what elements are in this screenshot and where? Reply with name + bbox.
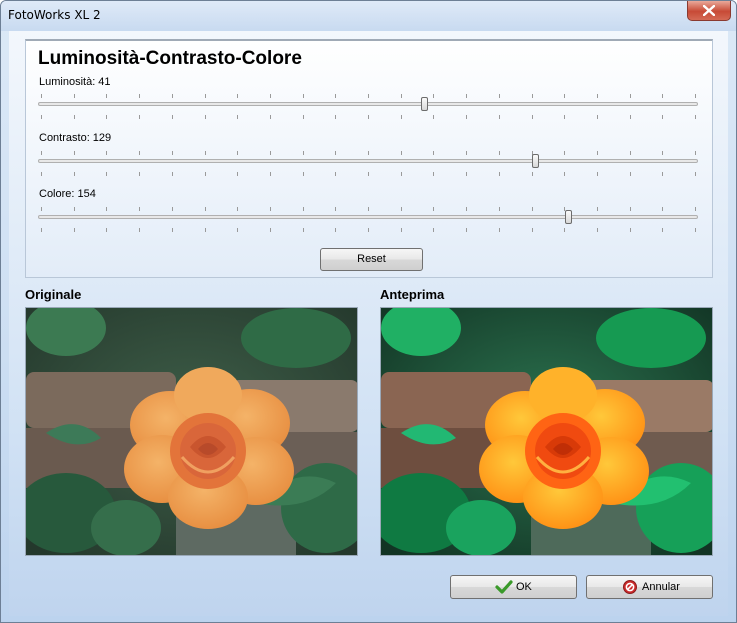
original-image [25, 307, 358, 556]
slider-track[interactable] [38, 159, 698, 163]
slider-ticks [41, 115, 696, 119]
client-area: Luminosità-Contrasto-Colore Luminosità: … [9, 31, 728, 616]
color-label: Colore: 154 [39, 188, 96, 200]
preview-image [380, 307, 713, 556]
cancel-label: Annular [642, 581, 680, 593]
brightness-label: Luminosità: 41 [39, 76, 111, 88]
slider-thumb[interactable] [421, 97, 429, 111]
dialog-window: FotoWorks XL 2 Luminosità-Contrasto-Colo… [0, 0, 737, 623]
slider-ticks [41, 228, 696, 232]
cancel-icon [623, 580, 637, 594]
slider-ticks [41, 207, 696, 211]
preview-label: Anteprima [380, 287, 445, 302]
slider-ticks [41, 172, 696, 176]
cancel-button[interactable]: Annular [586, 575, 713, 599]
ok-button[interactable]: OK [450, 575, 577, 599]
title-bar[interactable]: FotoWorks XL 2 [1, 1, 736, 31]
slider-track[interactable] [38, 102, 698, 106]
slider-ticks [41, 94, 696, 98]
slider-thumb[interactable] [531, 154, 539, 168]
slider-thumb[interactable] [565, 210, 573, 224]
ok-label: OK [516, 581, 532, 593]
original-label: Originale [25, 287, 82, 302]
panel-title: Luminosità-Contrasto-Colore [38, 48, 302, 69]
close-button[interactable] [687, 1, 731, 21]
contrast-label: Contrasto: 129 [39, 132, 112, 144]
slider-track[interactable] [38, 215, 698, 219]
window-title: FotoWorks XL 2 [8, 8, 101, 22]
checkmark-icon [495, 580, 513, 594]
slider-ticks [41, 151, 696, 155]
close-icon [703, 5, 715, 16]
adjustment-panel: Luminosità-Contrasto-Colore Luminosità: … [25, 39, 713, 278]
reset-button[interactable]: Reset [320, 248, 423, 271]
